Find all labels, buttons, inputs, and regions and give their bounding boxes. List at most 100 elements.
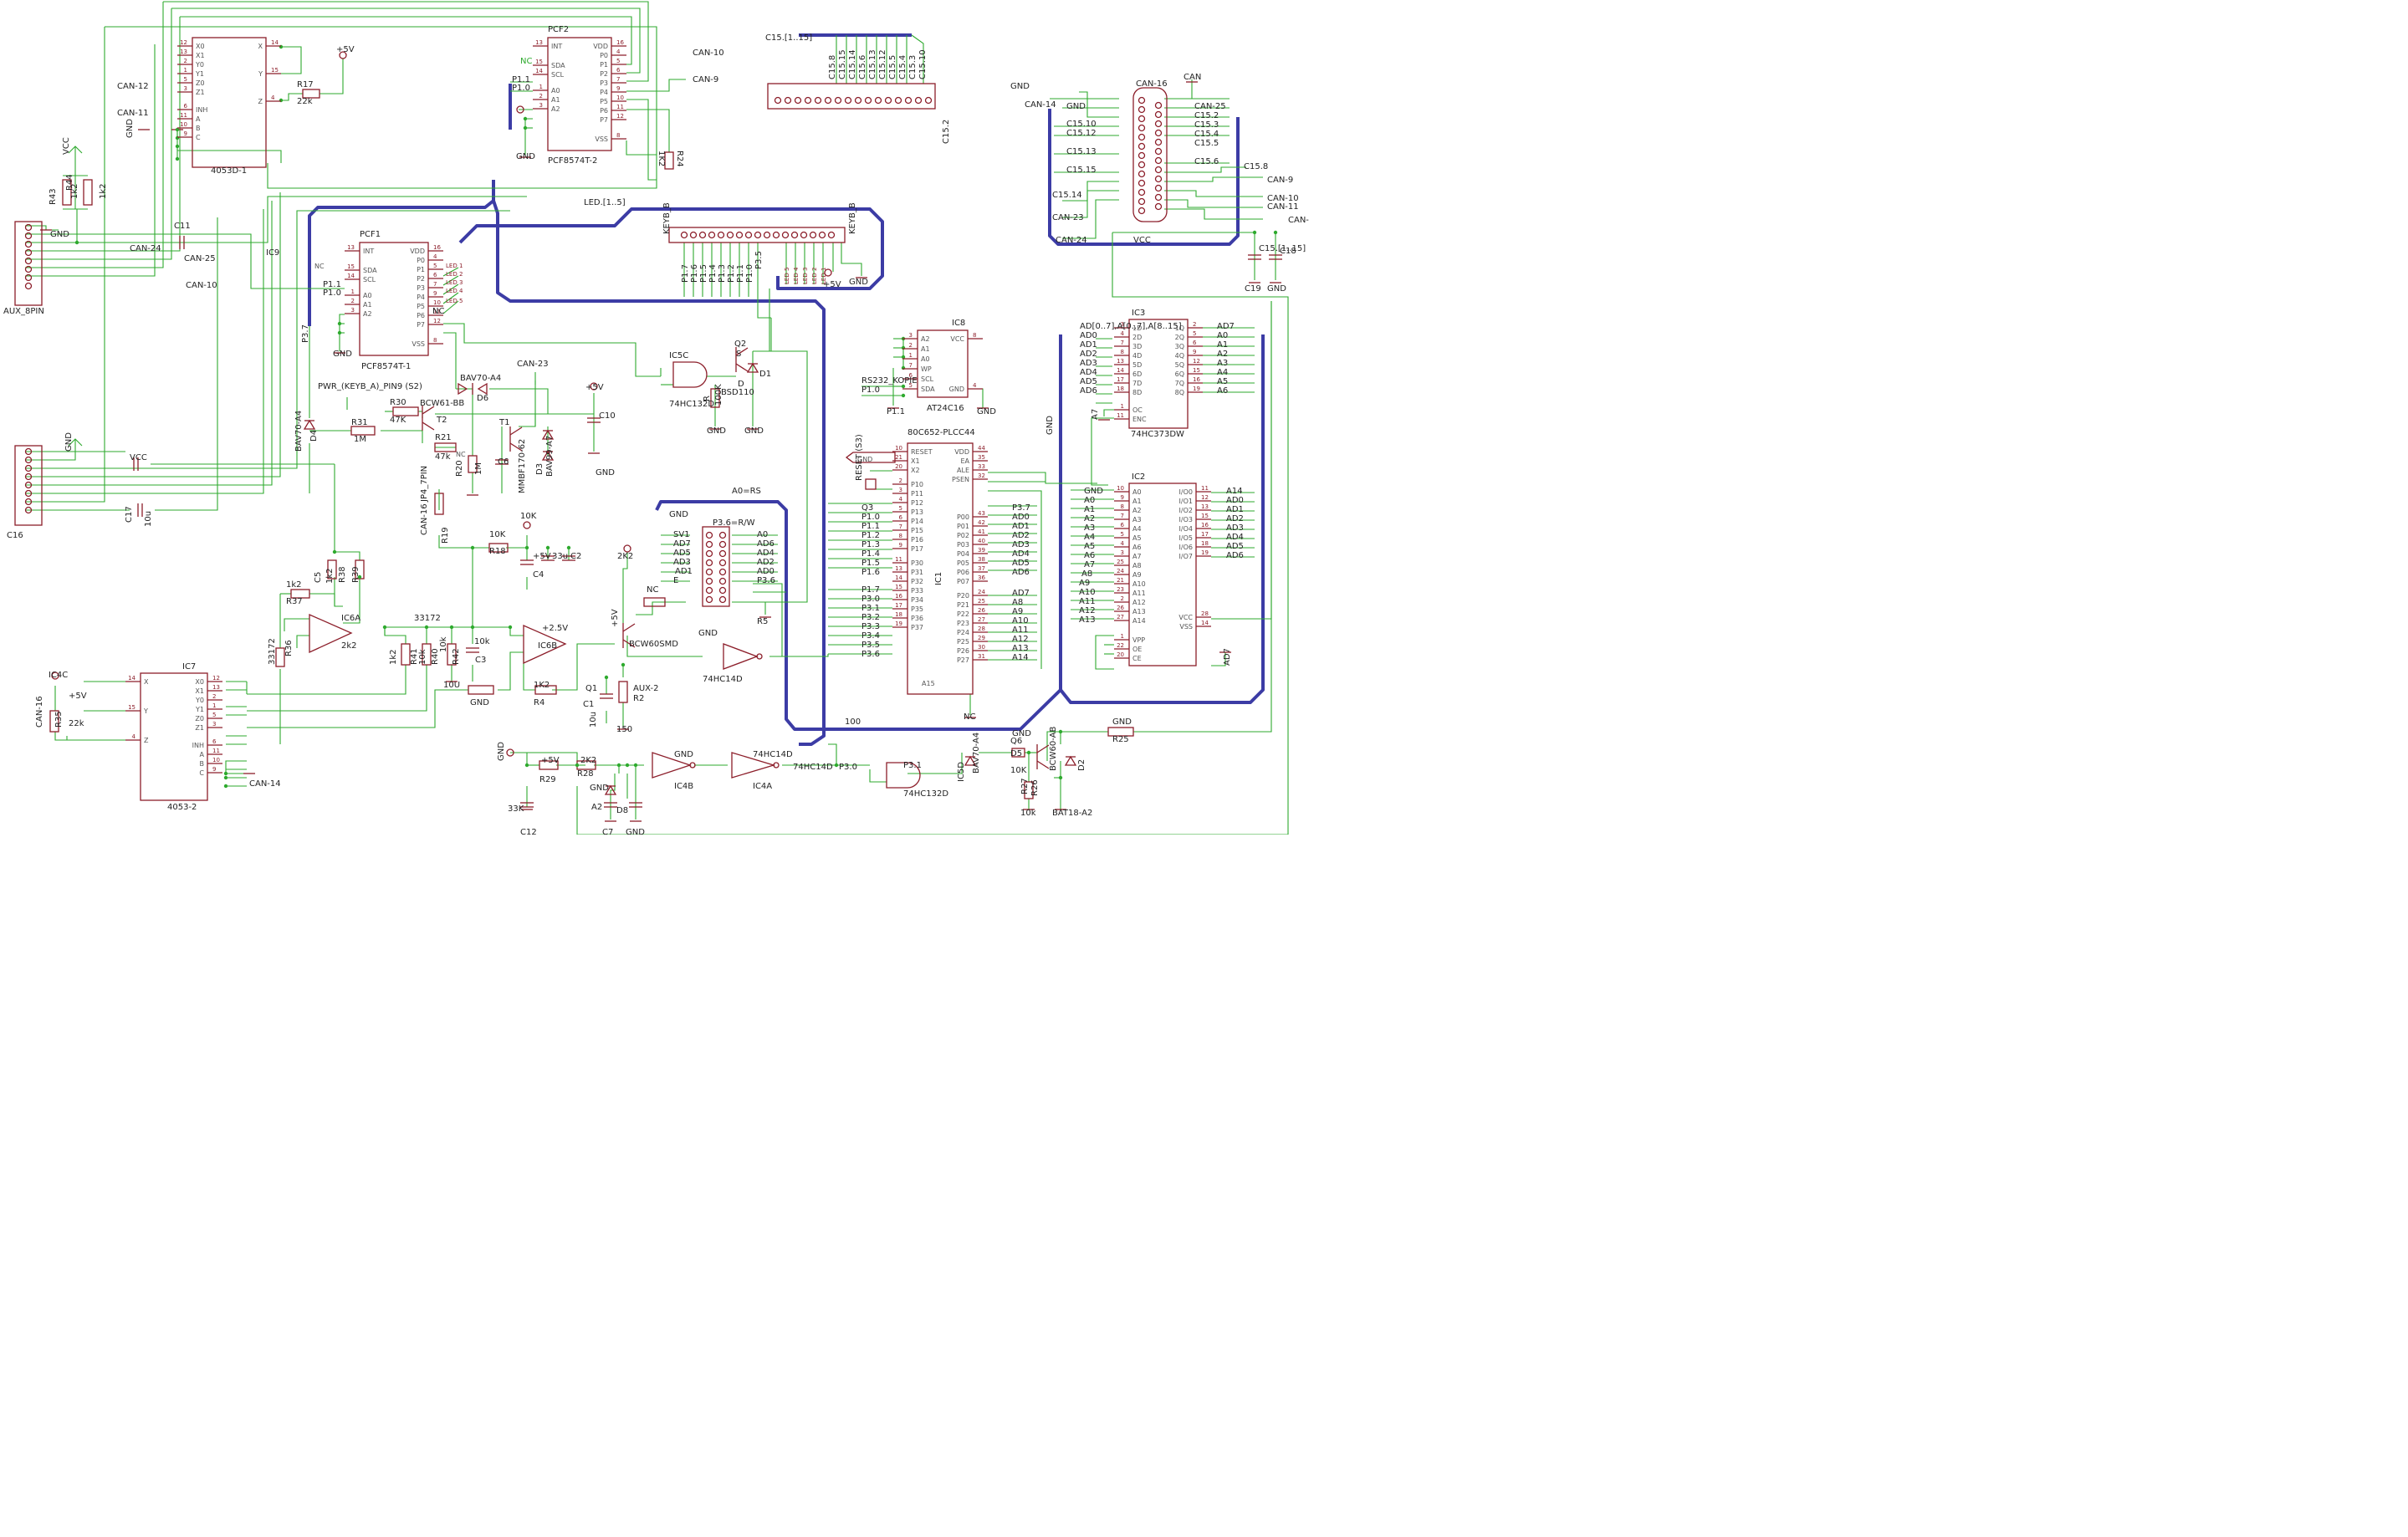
pin-number: 8	[899, 533, 902, 539]
pin-number: 3	[212, 721, 216, 728]
junction	[1026, 750, 1031, 755]
pin-name: I/O2	[1179, 507, 1193, 514]
pin-number: 7	[433, 281, 437, 288]
pin-name: B	[200, 760, 205, 768]
schematic-label: 22k	[297, 97, 313, 106]
schematic-label: 10k	[1020, 809, 1036, 818]
schematic-label: LED 1	[446, 263, 463, 269]
pin-name: P00	[957, 513, 969, 521]
schematic-label: A4	[1217, 368, 1228, 377]
pin-name: SCL	[921, 375, 934, 383]
schematic-label: GND	[596, 468, 615, 477]
junction	[1252, 230, 1257, 235]
pin-number: 11	[1117, 412, 1124, 419]
schematic-label: C17	[125, 506, 134, 523]
pin-number: 15	[347, 263, 355, 270]
junction	[337, 330, 342, 335]
pin-name: A5	[1132, 534, 1142, 542]
pin-name: X0	[195, 678, 204, 686]
pin-name: Z0	[196, 79, 205, 87]
schematic-label: A11	[1079, 597, 1096, 606]
pin-name: A0	[363, 292, 372, 299]
schematic-label: AD5	[1012, 559, 1030, 568]
schematic-label: AD0	[1012, 513, 1030, 522]
pin-name: X1	[196, 52, 205, 59]
schematic-label: AD7	[1223, 648, 1232, 666]
schematic-label: C6	[498, 457, 509, 467]
schematic-label: GND	[1046, 416, 1055, 435]
pin-name: B	[196, 125, 201, 132]
schematic-label: A3	[1084, 523, 1095, 533]
schematic-label: AUX_8PIN	[3, 307, 44, 316]
schematic-label: GND	[674, 750, 693, 759]
pin-name: 4Q	[1175, 352, 1184, 360]
schematic-label: A13	[1079, 615, 1096, 625]
schematic-label: GND	[1010, 82, 1030, 91]
pin-number: 30	[978, 644, 985, 651]
ic-ref: IC1	[934, 572, 943, 585]
schematic-label: +5V	[611, 609, 620, 627]
schematic-label: C15.4	[1194, 130, 1219, 139]
pin-number: 16	[433, 244, 441, 251]
pin-number: 8	[1121, 503, 1124, 510]
schematic-label: GND	[590, 784, 609, 793]
pin-number: 21	[1117, 577, 1124, 584]
pin-name: RESET	[911, 448, 933, 456]
schematic-label: AD3	[1080, 359, 1097, 368]
schematic-label: C15.10	[918, 49, 928, 79]
schematic-label: P3.6	[861, 650, 880, 659]
pin-number: 13	[1201, 503, 1209, 510]
schematic-label: A15	[922, 680, 935, 687]
schematic-canvas: IC94053D-112 X013 X12 Y01 Y15 Z03 Z16 INH11 A10 B…	[0, 0, 1309, 835]
pin-number: 15	[535, 59, 543, 65]
pin-name: VSS	[1179, 623, 1193, 631]
schematic-label: AD0	[1226, 496, 1244, 505]
pin-number: 7	[899, 523, 902, 530]
schematic-label: 2K2	[580, 756, 596, 765]
schematic-label: P3.0	[839, 763, 857, 772]
pin-name: INT	[551, 43, 562, 50]
pin-number: 6	[212, 738, 217, 745]
schematic-label: CAN-23	[517, 360, 549, 369]
pin-number: 5	[184, 76, 187, 83]
pin-name: P21	[957, 601, 969, 609]
pin-name: X	[144, 678, 149, 686]
schematic-label: AD4	[1080, 368, 1097, 377]
pin-number: 14	[1201, 620, 1209, 626]
pin-number: 17	[1117, 376, 1124, 383]
schematic-label: A11	[1012, 626, 1029, 635]
schematic-label: AD7	[673, 539, 691, 549]
schematic-label: GND	[707, 426, 726, 436]
pin-number: 16	[895, 593, 902, 600]
schematic-label: 47k	[435, 452, 451, 462]
junction	[625, 763, 630, 768]
schematic-label: IC4A	[753, 782, 772, 791]
pin-name: 2D	[1132, 334, 1142, 341]
pin-name: P37	[911, 624, 923, 631]
pin-number: 1	[539, 84, 543, 90]
pin-number: 14	[271, 39, 279, 46]
pin-name: OC	[1132, 406, 1143, 414]
pin-number: 5	[433, 263, 437, 269]
schematic-label: AD5	[1226, 542, 1244, 551]
schematic-label: CAN-14	[249, 779, 281, 789]
schematic-label: IC4B	[674, 782, 693, 791]
schematic-label: R24	[675, 151, 684, 167]
pin-name: A6	[1132, 544, 1142, 551]
pin-name: 5Q	[1175, 361, 1184, 369]
pin-number: 13	[895, 565, 902, 572]
pin-name: P12	[911, 499, 923, 507]
pin-name: VPP	[1132, 636, 1145, 644]
pin-name: CE	[1132, 655, 1142, 662]
schematic-label: AD7	[1012, 589, 1030, 598]
schematic-label: +5V	[823, 280, 841, 289]
pin-number: 19	[1201, 549, 1209, 556]
pin-name: 2Q	[1175, 334, 1184, 341]
pin-number: 12	[433, 318, 441, 324]
pin-number: 9	[184, 130, 187, 137]
ic-value: PCF8574T-2	[548, 156, 597, 166]
pin-number: 6	[1193, 340, 1197, 346]
ic-value: 4053D-1	[211, 166, 247, 176]
pin-name: P16	[911, 536, 923, 544]
schematic-label: T2	[436, 416, 447, 425]
